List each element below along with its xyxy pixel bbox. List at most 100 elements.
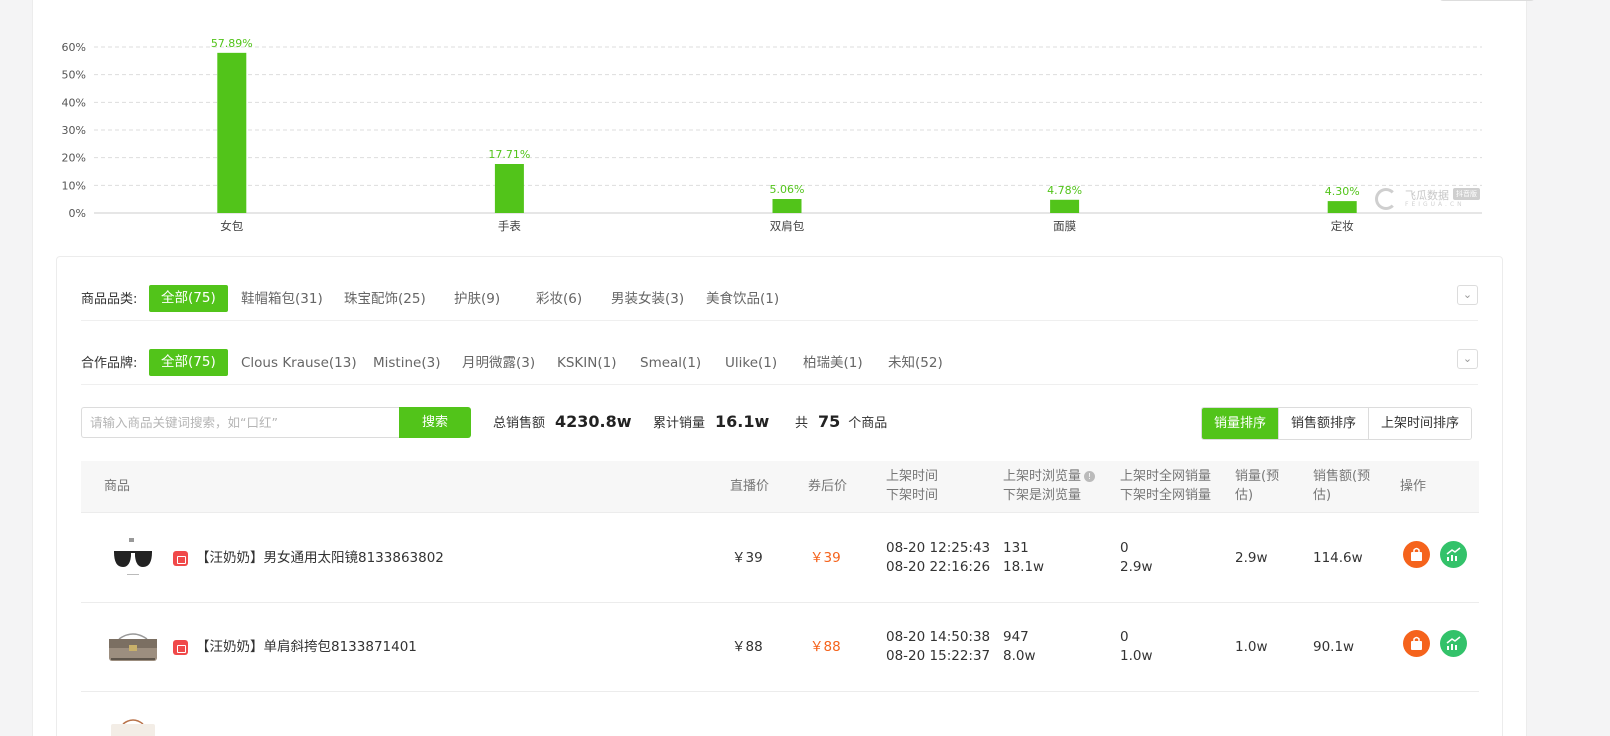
total-sales-label: 总销售额 bbox=[493, 416, 546, 431]
off-time: 08-20 22:16:26 bbox=[886, 559, 991, 575]
sales: 1.0w bbox=[1235, 639, 1268, 655]
search-input[interactable] bbox=[81, 407, 399, 438]
watermark-badge: 抖音版 bbox=[1453, 188, 1480, 200]
category-expand-chevron-down-icon[interactable]: ⌄ bbox=[1457, 285, 1478, 305]
y-tick-label: 60% bbox=[62, 41, 86, 54]
off-net-sales: 1.0w bbox=[1120, 648, 1153, 664]
y-tick-label: 0% bbox=[69, 207, 86, 220]
th-revenue-2: 估) bbox=[1313, 488, 1332, 503]
th-revenue-1: 销售额(预 bbox=[1313, 469, 1371, 484]
sort-by-sales-button[interactable]: 销量排序 bbox=[1202, 408, 1279, 439]
on-views: 947 bbox=[1003, 629, 1029, 645]
trend-chart-icon[interactable] bbox=[1440, 541, 1467, 568]
table-header: 商品 直播价 券后价 上架时间 下架时间 上架时浏览量! 下架是浏览量 上架时全… bbox=[81, 461, 1479, 513]
brand-option[interactable]: Clous Krause(13) bbox=[241, 351, 357, 376]
category-option[interactable]: 珠宝配饰(25) bbox=[344, 287, 426, 312]
th-on-views-label: 上架时浏览量 bbox=[1003, 469, 1082, 484]
x-tick-label: 双肩包 bbox=[770, 219, 805, 233]
y-tick-label: 10% bbox=[62, 179, 86, 192]
watermark-domain: FEIGUA.CN bbox=[1405, 201, 1465, 208]
brand-expand-chevron-down-icon[interactable]: ⌄ bbox=[1457, 349, 1478, 369]
category-filter-label: 商品品类: bbox=[81, 292, 138, 307]
th-sales-1: 销量(预 bbox=[1235, 469, 1280, 484]
x-tick-label: 手表 bbox=[498, 219, 521, 233]
coupon-price: ￥39 bbox=[810, 550, 841, 566]
count-value: 75 bbox=[818, 412, 841, 431]
brand-option[interactable]: 月明微露(3) bbox=[462, 351, 535, 376]
brand-filter-label: 合作品牌: bbox=[81, 356, 138, 371]
info-icon[interactable]: ! bbox=[1084, 471, 1096, 482]
total-sales-stat: 总销售额 4230.8w bbox=[493, 410, 632, 434]
product-count-stat: 共 75 个商品 bbox=[795, 410, 887, 434]
th-off-net-sales: 下架时全网销量 bbox=[1120, 488, 1212, 503]
shopping-bag-icon[interactable] bbox=[1403, 630, 1430, 657]
trend-chart-icon[interactable] bbox=[1440, 630, 1467, 657]
bar-value-label: 17.71% bbox=[488, 148, 530, 161]
category-option[interactable]: 全部(75) bbox=[149, 285, 228, 312]
sort-by-revenue-button[interactable]: 销售额排序 bbox=[1278, 408, 1369, 439]
th-ops: 操作 bbox=[1400, 479, 1427, 494]
th-on-time: 上架时间 bbox=[886, 469, 939, 484]
product-name[interactable]: 【汪奶奶】男女通用太阳镜8133863802 bbox=[196, 549, 444, 568]
y-tick-label: 20% bbox=[62, 152, 86, 165]
brand-option[interactable]: Smeal(1) bbox=[640, 351, 701, 376]
brand-filter-row: 合作品牌: 全部(75) Clous Krause(13) Mistine(3)… bbox=[81, 321, 1478, 385]
bar bbox=[772, 199, 802, 213]
total-volume-label: 累计销量 bbox=[653, 416, 706, 431]
x-tick-label: 定妆 bbox=[1331, 219, 1354, 233]
bar bbox=[494, 164, 524, 213]
sunglasses-icon bbox=[105, 534, 161, 584]
category-filter-row: 商品品类: 全部(75) 鞋帽箱包(31) 珠宝配饰(25) 护肤(9) 彩妆(… bbox=[81, 257, 1478, 321]
y-tick-label: 50% bbox=[62, 69, 86, 82]
product-name[interactable]: 【汪奶奶】单肩斜挎包8133871401 bbox=[196, 638, 417, 657]
th-off-time: 下架时间 bbox=[886, 488, 939, 503]
count-suffix: 个商品 bbox=[848, 416, 888, 431]
bar-value-label: 5.06% bbox=[770, 183, 805, 196]
bar-value-label: 57.89% bbox=[211, 37, 253, 50]
store-icon bbox=[173, 640, 188, 655]
category-option[interactable]: 男装女装(3) bbox=[611, 287, 684, 312]
brand-option[interactable]: Ulike(1) bbox=[725, 351, 777, 376]
off-time: 08-20 15:22:37 bbox=[886, 648, 991, 664]
sales: 2.9w bbox=[1235, 550, 1268, 566]
on-views: 131 bbox=[1003, 540, 1029, 556]
bar-value-label: 4.30% bbox=[1325, 185, 1360, 198]
table-row[interactable]: 【汪奶奶】单肩斜挎包8133871401 ￥88 ￥88 08-20 14:50… bbox=[81, 603, 1479, 692]
shopping-bag-icon[interactable] bbox=[1403, 541, 1430, 568]
search-button[interactable]: 搜索 bbox=[399, 407, 471, 438]
bar bbox=[217, 52, 247, 214]
feigua-watermark: 飞瓜数据 抖音版 FEIGUA.CN bbox=[1375, 186, 1495, 212]
total-volume-value: 16.1w bbox=[715, 412, 770, 431]
category-option[interactable]: 鞋帽箱包(31) bbox=[241, 287, 323, 312]
th-sales-2: 估) bbox=[1235, 488, 1254, 503]
off-views: 18.1w bbox=[1003, 559, 1045, 575]
off-views: 8.0w bbox=[1003, 648, 1036, 664]
sort-by-time-button[interactable]: 上架时间排序 bbox=[1368, 408, 1472, 439]
category-option[interactable]: 美食饮品(1) bbox=[706, 287, 779, 312]
coupon-price: ￥88 bbox=[810, 639, 841, 655]
category-option[interactable]: 护肤(9) bbox=[454, 287, 500, 312]
revenue: 114.6w bbox=[1313, 550, 1363, 566]
table-row[interactable]: 【汪奶奶】男女通用太阳镜8133863802 ￥39 ￥39 08-20 12:… bbox=[81, 514, 1479, 603]
y-tick-label: 30% bbox=[62, 124, 86, 137]
on-time: 08-20 12:25:43 bbox=[886, 540, 991, 556]
count-prefix: 共 bbox=[795, 416, 809, 431]
th-live-price: 直播价 bbox=[730, 479, 770, 494]
brand-option[interactable]: 全部(75) bbox=[149, 349, 228, 376]
y-tick-label: 40% bbox=[62, 96, 86, 109]
bar bbox=[1050, 199, 1080, 213]
product-list-panel: 商品品类: 全部(75) 鞋帽箱包(31) 珠宝配饰(25) 护肤(9) 彩妆(… bbox=[56, 256, 1503, 736]
table-row[interactable] bbox=[81, 692, 1479, 736]
brand-option[interactable]: 未知(52) bbox=[888, 351, 943, 376]
on-time: 08-20 14:50:38 bbox=[886, 629, 991, 645]
brand-option[interactable]: KSKIN(1) bbox=[557, 351, 616, 376]
off-net-sales: 2.9w bbox=[1120, 559, 1153, 575]
category-option[interactable]: 彩妆(6) bbox=[536, 287, 582, 312]
on-net-sales: 0 bbox=[1120, 540, 1129, 556]
x-tick-label: 女包 bbox=[220, 219, 243, 233]
bar-value-label: 4.78% bbox=[1047, 184, 1082, 197]
on-net-sales: 0 bbox=[1120, 629, 1129, 645]
brand-option[interactable]: Mistine(3) bbox=[373, 351, 440, 376]
brand-option[interactable]: 柏瑞美(1) bbox=[803, 351, 863, 376]
store-icon bbox=[173, 551, 188, 566]
